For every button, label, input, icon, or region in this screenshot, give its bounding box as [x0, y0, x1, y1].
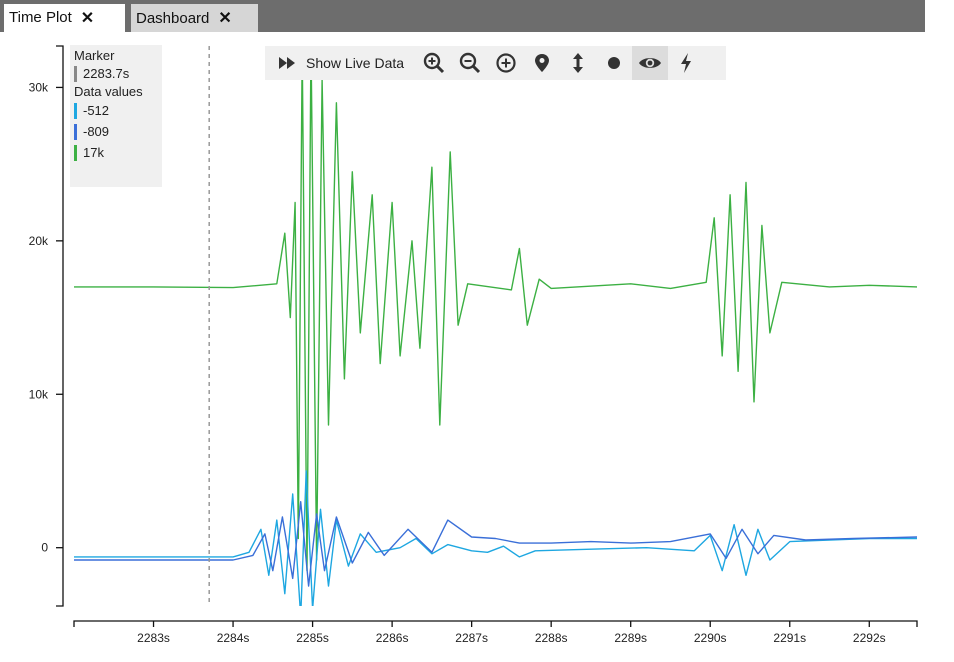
series-layer	[74, 46, 917, 606]
legend-marker-swatch	[74, 66, 77, 82]
close-icon[interactable]: ✕	[81, 8, 94, 28]
lightning-icon	[681, 53, 692, 73]
tab-label: Dashboard	[136, 9, 210, 27]
y-tick-label: 10k	[29, 387, 49, 401]
series-line-2	[74, 501, 917, 587]
marker-pin-button[interactable]	[524, 46, 560, 80]
y-axis-line	[56, 45, 64, 607]
plot-toolbar: Show Live Data	[265, 46, 726, 80]
legend-swatch	[74, 103, 77, 119]
legend-marker-title: Marker	[74, 48, 115, 63]
legend-value: -809	[83, 124, 110, 139]
legend-marker-value: 2283.7s	[83, 66, 130, 81]
zoom-reset-icon	[496, 53, 516, 73]
x-tick-label: 2288s	[535, 631, 568, 645]
y-tick-label: 0	[41, 541, 48, 555]
x-tick-label: 2286s	[376, 631, 409, 645]
y-tick-label: 20k	[29, 234, 49, 248]
tab-bar: Time Plot ✕ Dashboard ✕	[0, 0, 954, 32]
zoom-reset-button[interactable]	[488, 46, 524, 80]
x-tick-label: 2291s	[773, 631, 806, 645]
x-axis-line	[73, 620, 918, 627]
x-tick-label: 2283s	[137, 631, 170, 645]
zoom-out-button[interactable]	[452, 46, 488, 80]
legend-value: 17k	[83, 145, 104, 160]
series-line-0	[74, 46, 917, 572]
tab-dashboard[interactable]: Dashboard ✕	[131, 4, 258, 32]
legend-value: -512	[83, 103, 110, 118]
x-tick-label: 2290s	[694, 631, 727, 645]
tab-label: Time Plot	[9, 9, 72, 26]
zoom-out-icon	[459, 52, 481, 74]
show-live-data-label: Show Live Data	[306, 55, 405, 71]
series-line-1	[74, 470, 917, 606]
eye-icon	[639, 58, 662, 68]
x-tick-label: 2285s	[296, 631, 329, 645]
zoom-in-button[interactable]	[416, 46, 452, 80]
vertical-scale-button[interactable]	[560, 46, 596, 80]
legend: Marker 2283.7s Data values -512 -809 17k	[70, 45, 162, 187]
legend-swatch	[74, 145, 77, 161]
y-tick-label: 30k	[29, 80, 49, 94]
show-points-button[interactable]	[596, 46, 632, 80]
x-tick-label: 2289s	[614, 631, 647, 645]
marker-pin-icon	[535, 54, 550, 72]
dot-icon	[608, 57, 621, 69]
trigger-button[interactable]	[668, 46, 704, 80]
close-icon[interactable]: ✕	[218, 8, 231, 28]
x-tick-label: 2292s	[853, 631, 886, 645]
x-tick-label: 2284s	[217, 631, 250, 645]
x-tick-label: 2287s	[455, 631, 488, 645]
visibility-toggle-button[interactable]	[632, 46, 669, 80]
zoom-in-icon	[423, 52, 445, 74]
legend-swatch	[74, 124, 77, 140]
legend-values-title: Data values	[74, 84, 143, 99]
vertical-arrows-icon	[573, 53, 584, 73]
show-live-data-button[interactable]: Show Live Data	[265, 46, 416, 80]
tab-time-plot[interactable]: Time Plot ✕	[4, 4, 125, 32]
fast-forward-icon	[279, 57, 295, 69]
